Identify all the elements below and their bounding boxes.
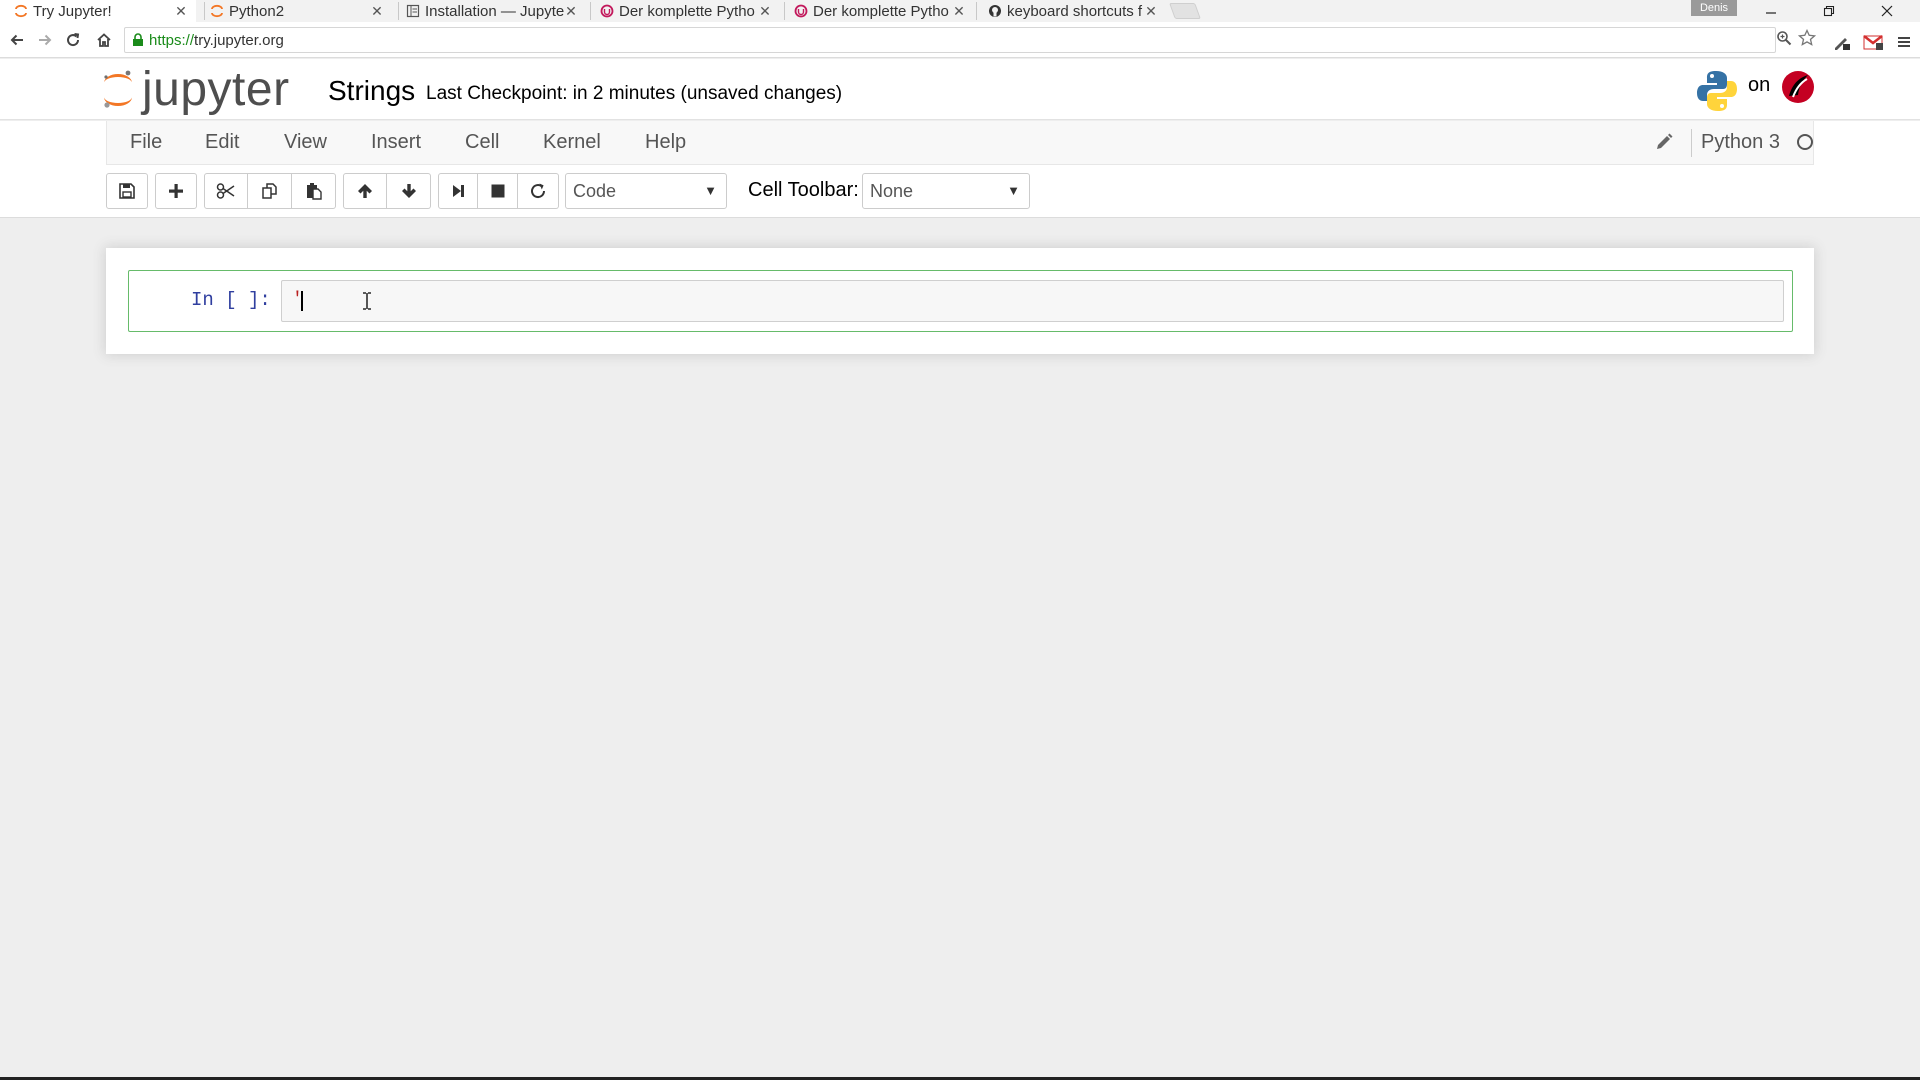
- move-down-button[interactable]: [387, 173, 431, 209]
- cell-toolbar-value: None: [870, 181, 914, 201]
- menu-insert[interactable]: Insert: [371, 131, 421, 154]
- cell-type-select[interactable]: Code ▼: [565, 173, 727, 209]
- close-icon[interactable]: ✕: [758, 3, 772, 20]
- dropdown-caret-icon: ▼: [704, 183, 717, 198]
- close-icon[interactable]: ✕: [174, 3, 188, 20]
- udemy-icon: [794, 4, 808, 18]
- tab-title: Der komplette Pytho: [619, 2, 755, 20]
- code-editor[interactable]: ': [281, 280, 1784, 322]
- move-up-button[interactable]: [343, 173, 387, 209]
- restart-kernel-button[interactable]: [518, 173, 559, 209]
- browser-tab-udemy-1[interactable]: Der komplette Pytho ✕: [586, 0, 780, 22]
- cell-toolbar-label: Cell Toolbar:: [748, 179, 859, 201]
- stop-icon: [491, 184, 504, 198]
- jupyter-header: jupyter Strings Last Checkpoint: in 2 mi…: [0, 59, 1920, 120]
- arrow-down-icon: [401, 184, 416, 198]
- github-icon: [988, 4, 1002, 18]
- menu-edit[interactable]: Edit: [205, 131, 239, 154]
- url-text: https://try.jupyter.org: [149, 32, 284, 49]
- forward-arrow-icon[interactable]: [34, 29, 56, 51]
- cell-type-value: Code: [573, 181, 617, 201]
- insert-cell-button[interactable]: [155, 173, 197, 209]
- hosted-on-label: on: [1748, 74, 1771, 96]
- jupyter-icon: [210, 4, 224, 18]
- arrow-up-icon: [358, 184, 372, 198]
- tab-title: Der komplette Pytho: [813, 2, 949, 20]
- menu-file[interactable]: File: [130, 131, 162, 154]
- home-icon[interactable]: [93, 29, 115, 51]
- chrome-menu-icon[interactable]: [1893, 31, 1915, 53]
- document-icon: [406, 4, 420, 18]
- back-arrow-icon[interactable]: [6, 29, 28, 51]
- restore-icon[interactable]: [1806, 0, 1852, 22]
- scissors-icon: [216, 183, 235, 199]
- browser-tab-try-jupyter[interactable]: Try Jupyter! ✕: [0, 0, 196, 22]
- tab-title: Python2: [229, 2, 285, 20]
- new-tab-button[interactable]: [1169, 3, 1201, 19]
- save-icon: [119, 183, 135, 199]
- input-prompt: In [ ]:: [191, 289, 271, 311]
- step-forward-icon: [453, 185, 464, 197]
- paste-icon: [306, 183, 322, 200]
- reload-icon[interactable]: [62, 29, 84, 51]
- paste-button[interactable]: [292, 173, 336, 209]
- menu-cell[interactable]: Cell: [465, 131, 499, 154]
- menu-help[interactable]: Help: [645, 131, 686, 154]
- python-logo-icon: [1697, 71, 1737, 111]
- notebook-name[interactable]: Strings: [328, 75, 415, 107]
- menubar-divider: [1691, 129, 1692, 157]
- browser-tab-installation[interactable]: Installation — Jupyte ✕: [392, 0, 586, 22]
- extension-pen-icon[interactable]: [1831, 31, 1853, 53]
- bookmark-star-icon[interactable]: [1797, 28, 1817, 48]
- menu-kernel[interactable]: Kernel: [543, 131, 601, 154]
- profile-badge[interactable]: Denis: [1691, 0, 1737, 16]
- copy-icon: [261, 183, 277, 199]
- tab-title: Installation — Jupyte: [425, 2, 564, 20]
- pencil-icon[interactable]: [1654, 132, 1674, 152]
- close-icon[interactable]: ✕: [564, 3, 578, 20]
- browser-tab-keyboard-shortcuts[interactable]: keyboard shortcuts f ✕: [974, 0, 1166, 22]
- code-cell[interactable]: In [ ]: ': [128, 270, 1793, 332]
- close-icon[interactable]: ✕: [370, 3, 384, 20]
- kernel-name[interactable]: Python 3: [1701, 131, 1780, 154]
- gmail-icon[interactable]: [1862, 31, 1884, 53]
- udemy-icon: [600, 4, 614, 18]
- plus-icon: [169, 184, 183, 198]
- zoom-icon[interactable]: [1774, 28, 1794, 48]
- text-cursor: [301, 291, 303, 311]
- menubar: File Edit View Insert Cell Kernel Help P…: [106, 121, 1814, 165]
- jupyter-logo-icon[interactable]: [102, 69, 134, 111]
- save-button[interactable]: [106, 173, 148, 209]
- menu-view[interactable]: View: [284, 131, 327, 154]
- run-cell-button[interactable]: [438, 173, 478, 209]
- minimize-icon[interactable]: [1748, 0, 1794, 22]
- browser-tab-strip: Try Jupyter! ✕ Python2 ✕ Installation — …: [0, 0, 1920, 22]
- cut-button[interactable]: [204, 173, 248, 209]
- browser-tab-python2[interactable]: Python2 ✕: [196, 0, 392, 22]
- window-close-icon[interactable]: [1864, 0, 1910, 22]
- address-bar[interactable]: https://try.jupyter.org: [124, 27, 1776, 53]
- jupyter-logo-text[interactable]: jupyter: [142, 62, 290, 117]
- browser-tab-udemy-2[interactable]: Der komplette Pytho ✕: [780, 0, 974, 22]
- copy-button[interactable]: [248, 173, 292, 209]
- checkpoint-status: Last Checkpoint: in 2 minutes (unsaved c…: [426, 83, 843, 104]
- lock-icon: [132, 33, 144, 52]
- tab-title: keyboard shortcuts f: [1007, 2, 1143, 20]
- close-icon[interactable]: ✕: [1144, 3, 1158, 20]
- interrupt-kernel-button[interactable]: [478, 173, 518, 209]
- rackspace-logo-icon: [1782, 71, 1814, 103]
- jupyter-bars: File Edit View Insert Cell Kernel Help P…: [0, 121, 1920, 218]
- refresh-icon: [531, 183, 546, 199]
- close-icon[interactable]: ✕: [952, 3, 966, 20]
- browser-toolbar: https://try.jupyter.org: [0, 22, 1920, 58]
- cell-toolbar-select[interactable]: None ▼: [862, 173, 1030, 209]
- kernel-idle-indicator: [1797, 134, 1813, 150]
- jupyter-icon: [14, 4, 28, 18]
- dropdown-caret-icon: ▼: [1007, 183, 1020, 198]
- ibeam-cursor-icon: [363, 292, 371, 310]
- tab-title: Try Jupyter!: [33, 2, 112, 20]
